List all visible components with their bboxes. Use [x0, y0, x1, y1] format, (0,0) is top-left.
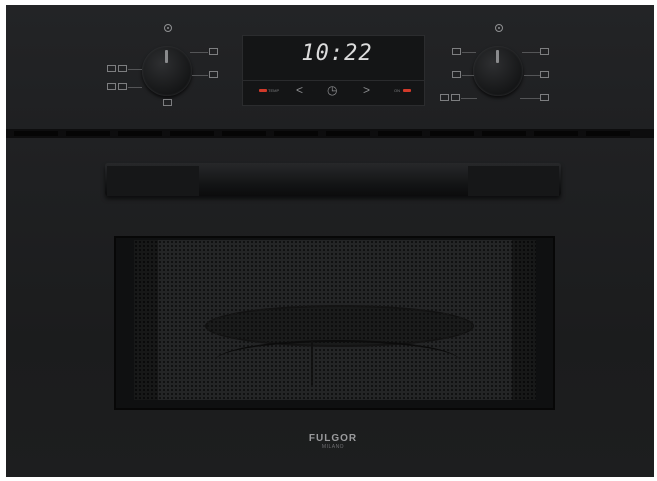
vent-slot	[586, 131, 630, 136]
brand-sublabel: MILANO	[321, 444, 345, 450]
function-icon-8	[452, 48, 461, 55]
function-icon-7	[163, 99, 172, 106]
cavity-right-wall	[512, 240, 536, 400]
function-leader-line	[461, 98, 477, 99]
vent-strip	[6, 129, 654, 138]
handle-left-end	[107, 166, 199, 196]
function-icon-4	[118, 83, 127, 90]
vent-slot	[222, 131, 266, 136]
function-icon-6	[209, 71, 218, 78]
clock-readout: 10:22	[301, 41, 373, 66]
function-leader-line	[128, 87, 142, 88]
function-leader-line	[520, 98, 540, 99]
function-icon-11	[451, 94, 460, 101]
function-icon-14	[540, 94, 549, 101]
function-icon-5	[209, 48, 218, 55]
function-leader-line	[128, 69, 142, 70]
timer-icon[interactable]: ◷	[327, 84, 337, 96]
vent-slot	[14, 131, 58, 136]
function-icon-10	[440, 94, 449, 101]
function-leader-line	[462, 75, 474, 76]
vent-slot	[534, 131, 578, 136]
function-icon-9	[452, 71, 461, 78]
temperature-knob[interactable]	[473, 46, 523, 96]
knob-notch-icon	[496, 50, 499, 63]
knob-notch-icon	[165, 50, 168, 63]
on-button[interactable]: ON	[394, 88, 400, 93]
function-icon-1	[107, 65, 116, 72]
temp-button[interactable]: TEMP	[268, 88, 279, 93]
left-arrow-button[interactable]: <	[296, 84, 303, 96]
function-icon-3	[107, 83, 116, 90]
brand-logo: FULGOR	[308, 433, 358, 444]
right-knob-marker-icon	[495, 24, 503, 32]
vent-slot	[326, 131, 370, 136]
vent-slot	[170, 131, 214, 136]
rack-support	[215, 340, 460, 382]
function-leader-line	[522, 52, 540, 53]
function-leader-line	[524, 75, 540, 76]
display-divider	[242, 80, 425, 81]
temp-indicator-light	[259, 89, 267, 92]
function-leader-line	[190, 52, 208, 53]
vent-slot	[274, 131, 318, 136]
vent-slot	[66, 131, 110, 136]
vent-slot	[378, 131, 422, 136]
function-leader-line	[192, 75, 208, 76]
function-selector-knob[interactable]	[142, 46, 192, 96]
vent-slot	[118, 131, 162, 136]
on-indicator-light	[403, 89, 411, 92]
function-leader-line	[462, 52, 476, 53]
cavity-left-wall	[134, 240, 158, 400]
handle-right-end	[468, 166, 559, 196]
vent-slot	[430, 131, 474, 136]
left-knob-marker-icon	[164, 24, 172, 32]
function-icon-12	[540, 48, 549, 55]
function-icon-2	[118, 65, 127, 72]
vent-slot	[482, 131, 526, 136]
right-arrow-button[interactable]: >	[363, 84, 370, 96]
function-icon-13	[540, 71, 549, 78]
rack-spindle	[311, 340, 313, 385]
